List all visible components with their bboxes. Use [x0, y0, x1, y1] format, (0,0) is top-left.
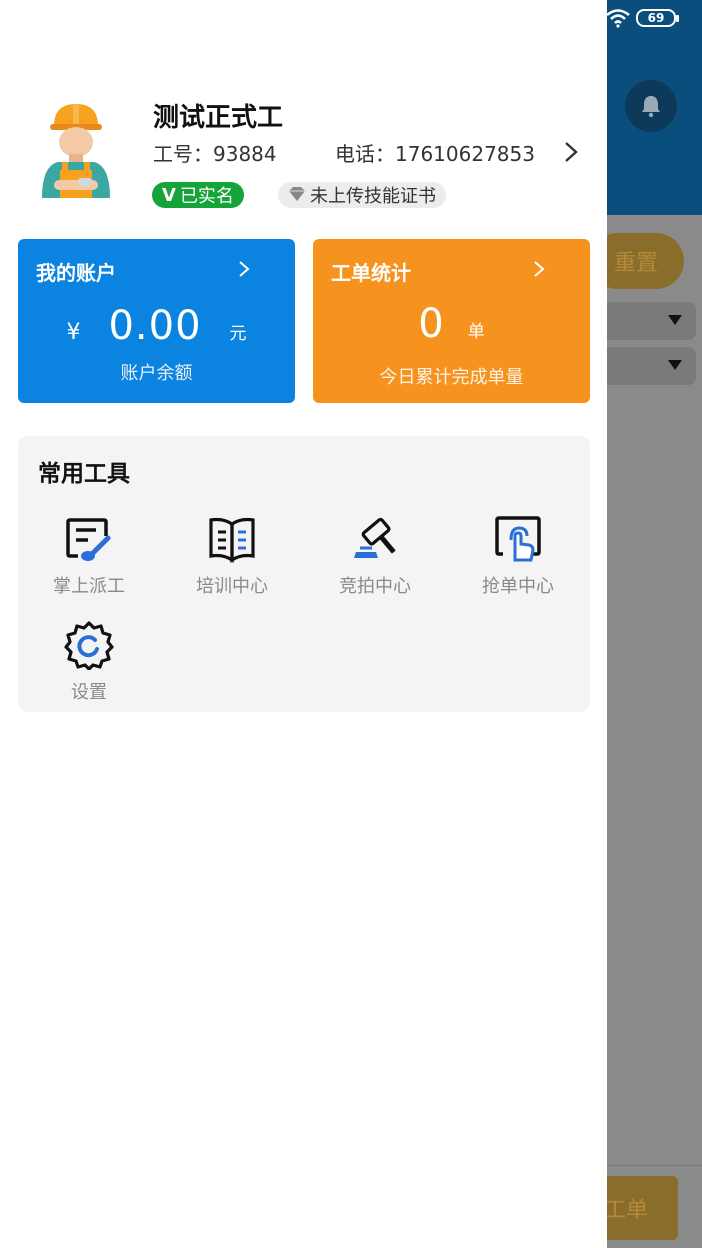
dispatch-icon — [66, 518, 111, 561]
chevron-right-icon — [532, 259, 546, 283]
tool-dispatch[interactable]: 掌上派工 — [29, 514, 149, 598]
account-balance: 0.00 — [108, 303, 202, 349]
tool-label: 培训中心 — [196, 576, 268, 597]
currency-unit: 元 — [229, 324, 247, 344]
divider — [606, 1165, 702, 1166]
order-stats-card[interactable]: 工单统计 0 单 今日累计完成单量 — [313, 239, 590, 403]
employee-id: 工号：93884 — [153, 142, 277, 166]
tool-training[interactable]: 培训中心 — [172, 514, 292, 598]
gear-icon — [64, 621, 114, 670]
caret-down-icon — [668, 360, 682, 370]
reset-button-label: 重置 — [613, 251, 658, 276]
caret-down-icon — [668, 315, 682, 325]
battery-level: 69 — [647, 11, 665, 25]
tool-label: 设置 — [71, 682, 107, 703]
tool-auction[interactable]: 竞拍中心 — [315, 514, 435, 598]
tool-label: 抢单中心 — [482, 576, 554, 597]
wifi-icon — [605, 8, 631, 32]
currency-symbol: ¥ — [66, 320, 81, 345]
gavel-icon — [354, 517, 396, 558]
verified-badge: V 已实名 — [152, 182, 244, 208]
filter-select[interactable] — [598, 302, 696, 340]
battery-icon: 69 — [636, 9, 679, 27]
verified-mark: V — [162, 184, 176, 206]
diamond-icon — [288, 185, 306, 206]
order-count: 0 — [418, 301, 444, 347]
order-button-label: 工单 — [603, 1198, 648, 1223]
order-unit: 单 — [467, 322, 485, 342]
my-account-card[interactable]: 我的账户 ¥ 0.00 元 账户余额 — [18, 239, 295, 403]
order-count-row: 0 单 — [313, 301, 590, 347]
common-tools-panel: 常用工具 掌上派工 培训中心 竞拍中心 抢单中心 设置 — [18, 436, 590, 712]
tool-settings[interactable]: 设置 — [29, 620, 149, 704]
side-drawer: 测试正式工 工号：93884 电话：17610627853 V 已实名 未上传技… — [0, 0, 607, 1248]
bell-icon[interactable] — [625, 80, 677, 132]
verified-label: 已实名 — [179, 186, 234, 207]
certificate-label: 未上传技能证书 — [310, 186, 436, 207]
chevron-right-icon — [237, 259, 251, 283]
tap-icon — [495, 516, 541, 562]
account-balance-row: ¥ 0.00 元 — [18, 303, 295, 349]
filter-select[interactable] — [598, 347, 696, 385]
book-icon — [209, 517, 255, 563]
tool-grab-orders[interactable]: 抢单中心 — [458, 514, 578, 598]
order-stats-title: 工单统计 — [331, 261, 411, 285]
account-balance-label: 账户余额 — [120, 363, 193, 384]
tool-label: 竞拍中心 — [339, 576, 411, 597]
certificate-badge[interactable]: 未上传技能证书 — [278, 182, 446, 208]
tool-label: 掌上派工 — [53, 576, 125, 597]
chevron-right-icon[interactable] — [562, 140, 580, 168]
phone-number: 电话：17610627853 — [335, 142, 535, 166]
account-card-title: 我的账户 — [36, 261, 116, 285]
user-name: 测试正式工 — [153, 103, 284, 133]
worker-avatar[interactable] — [36, 100, 116, 200]
tools-title: 常用工具 — [38, 461, 130, 487]
order-count-label: 今日累计完成单量 — [379, 367, 524, 388]
